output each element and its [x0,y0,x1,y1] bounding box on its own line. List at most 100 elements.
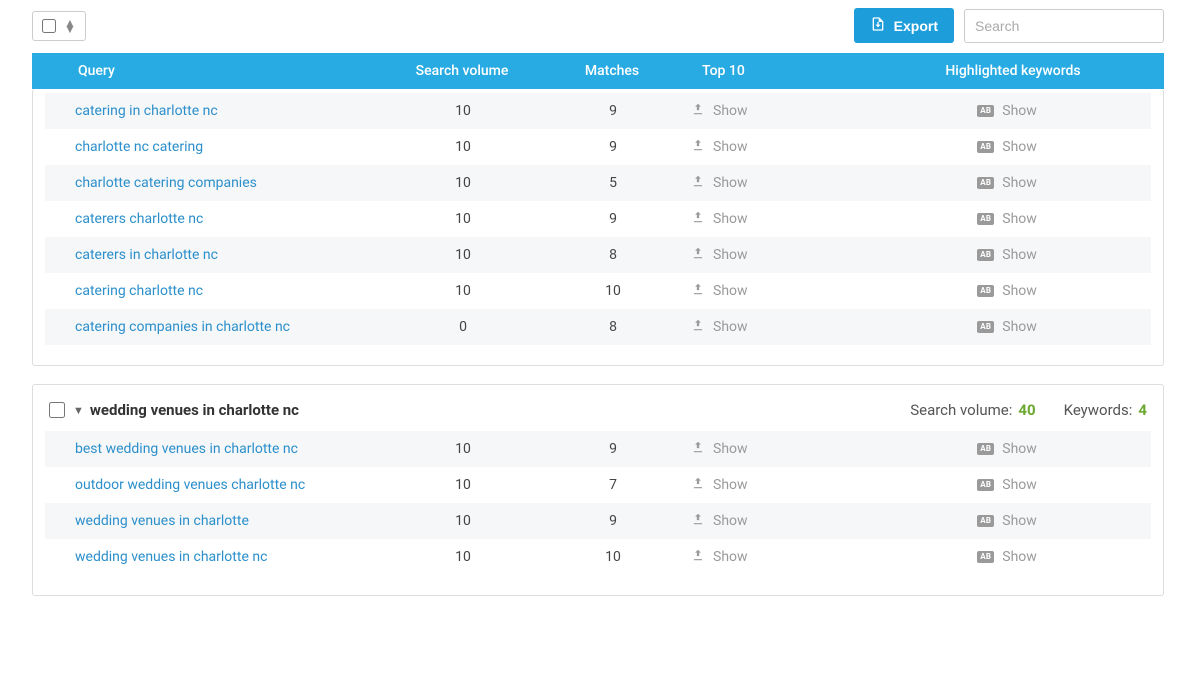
table-row: catering in charlotte nc109 Show ABShow [45,93,1151,129]
volume-cell: 10 [383,175,543,191]
matches-cell: 8 [543,319,683,335]
query-link[interactable]: charlotte catering companies [45,175,383,191]
top10-show-button[interactable]: Show [691,318,748,336]
table-row: wedding venues in charlotte nc1010ShowAB… [45,539,1151,575]
upload-icon [691,282,705,300]
matches-cell: 8 [543,247,683,263]
volume-cell: 10 [383,441,543,457]
group-checkbox[interactable] [49,402,65,418]
query-link[interactable]: catering in charlotte nc [45,103,383,119]
search-input[interactable] [964,9,1164,43]
matches-cell: 9 [543,513,683,529]
query-link[interactable]: catering charlotte nc [45,283,383,299]
group-panel: ▼wedding venues in charlotte ncSearch vo… [32,384,1164,596]
query-link[interactable]: caterers charlotte nc [45,211,383,227]
collapse-caret-icon[interactable]: ▼ [73,404,84,417]
top10-show-button[interactable]: Show [691,512,748,530]
upload-icon [691,548,705,566]
top10-show-button[interactable]: Show [691,282,748,300]
upload-icon [691,440,705,458]
table-row: wedding venues in charlotte109 Show ABShow [45,503,1151,539]
query-link[interactable]: caterers in charlotte nc [45,247,383,263]
table-row: catering companies in charlotte nc08 Show… [45,309,1151,345]
export-icon [870,16,886,35]
upload-icon [691,318,705,336]
ab-badge-icon: AB [977,213,994,225]
upload-icon [691,174,705,192]
highlighted-show-button[interactable]: ABShow [977,139,1037,155]
highlighted-show-button[interactable]: ABShow [977,441,1037,457]
top10-show-button[interactable]: Show [691,246,748,264]
ab-badge-icon: AB [977,551,994,563]
table-row: best wedding venues in charlotte nc109 Sh… [45,431,1151,467]
top10-show-button[interactable]: Show [691,174,748,192]
sort-caret-icon: ▲▼ [64,20,76,32]
group-header: ▼wedding venues in charlotte ncSearch vo… [45,385,1151,431]
highlighted-show-button[interactable]: ABShow [977,319,1037,335]
bulk-select-checkbox[interactable] [42,19,56,33]
col-header-query[interactable]: Query [32,63,382,79]
top10-show-button[interactable]: Show [691,138,748,156]
volume-cell: 0 [383,319,543,335]
top10-show-button[interactable]: Show [691,210,748,228]
query-link[interactable]: catering companies in charlotte nc [45,319,383,335]
volume-cell: 10 [383,247,543,263]
export-label: Export [894,18,938,34]
query-link[interactable]: wedding venues in charlotte [45,513,383,529]
ab-badge-icon: AB [977,321,994,333]
group-panel: catering in charlotte nc109ShowABShowcha… [32,89,1164,366]
upload-icon [691,512,705,530]
ab-badge-icon: AB [977,141,994,153]
volume-cell: 10 [383,477,543,493]
ab-badge-icon: AB [977,443,994,455]
ab-badge-icon: AB [977,285,994,297]
bulk-select-dropdown[interactable]: ▲▼ [32,11,86,41]
query-link[interactable]: outdoor wedding venues charlotte nc [45,477,383,493]
highlighted-show-button[interactable]: ABShow [977,549,1037,565]
volume-cell: 10 [383,513,543,529]
top10-show-button[interactable]: Show [691,440,748,458]
table-header: Query Search volume Matches Top 10 Highl… [32,53,1164,89]
highlighted-show-button[interactable]: ABShow [977,247,1037,263]
col-header-highlighted[interactable]: Highlighted keywords [862,63,1164,79]
highlighted-show-button[interactable]: ABShow [977,103,1037,119]
table-row: caterers charlotte nc109 Show ABShow [45,201,1151,237]
col-header-top10[interactable]: Top 10 [682,63,862,79]
matches-cell: 10 [543,549,683,565]
highlighted-show-button[interactable]: ABShow [977,477,1037,493]
query-link[interactable]: wedding venues in charlotte nc [45,549,383,565]
export-button[interactable]: Export [854,8,954,43]
highlighted-show-button[interactable]: ABShow [977,283,1037,299]
upload-icon [691,476,705,494]
matches-cell: 5 [543,175,683,191]
matches-cell: 9 [543,441,683,457]
volume-cell: 10 [383,211,543,227]
table-row: outdoor wedding venues charlotte nc107 Sh… [45,467,1151,503]
col-header-matches[interactable]: Matches [542,63,682,79]
matches-cell: 7 [543,477,683,493]
matches-cell: 9 [543,139,683,155]
volume-cell: 10 [383,103,543,119]
upload-icon [691,246,705,264]
highlighted-show-button[interactable]: ABShow [977,175,1037,191]
matches-cell: 9 [543,211,683,227]
volume-cell: 10 [383,139,543,155]
highlighted-show-button[interactable]: ABShow [977,513,1037,529]
upload-icon [691,138,705,156]
query-link[interactable]: best wedding venues in charlotte nc [45,441,383,457]
top10-show-button[interactable]: Show [691,548,748,566]
matches-cell: 9 [543,103,683,119]
group-keywords-label: Keywords:4 [1064,401,1147,419]
highlighted-show-button[interactable]: ABShow [977,211,1037,227]
group-title: wedding venues in charlotte nc [90,401,299,419]
table-row: charlotte catering companies105 Show ABSho… [45,165,1151,201]
col-header-volume[interactable]: Search volume [382,63,542,79]
upload-icon [691,210,705,228]
ab-badge-icon: AB [977,515,994,527]
table-row: catering charlotte nc1010ShowABShow [45,273,1151,309]
top10-show-button[interactable]: Show [691,476,748,494]
group-rows: best wedding venues in charlotte nc109Sh… [45,431,1151,575]
ab-badge-icon: AB [977,249,994,261]
top10-show-button[interactable]: Show [691,102,748,120]
query-link[interactable]: charlotte nc catering [45,139,383,155]
